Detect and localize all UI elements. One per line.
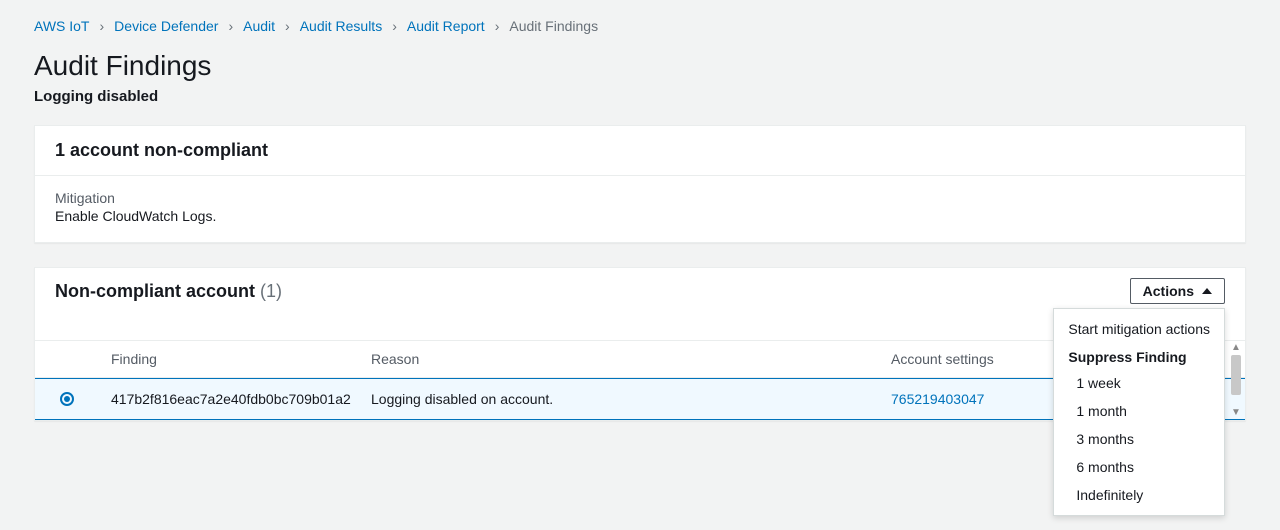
row-radio[interactable]: [60, 392, 74, 406]
chevron-right-icon: ›: [228, 18, 233, 34]
cell-account-link[interactable]: 765219403047: [891, 391, 984, 407]
compliance-panel-header: 1 account non-compliant: [35, 126, 1245, 176]
chevron-right-icon: ›: [100, 18, 105, 34]
dropdown-suppress-indefinitely[interactable]: Indefinitely: [1054, 481, 1224, 509]
dropdown-suppress-1-month[interactable]: 1 month: [1054, 397, 1224, 425]
breadcrumb-current: Audit Findings: [509, 18, 598, 34]
actions-dropdown: Start mitigation actions Suppress Findin…: [1053, 308, 1225, 516]
dropdown-suppress-6-months[interactable]: 6 months: [1054, 453, 1224, 481]
dropdown-suppress-group: Suppress Finding: [1054, 343, 1224, 369]
noncompliant-account-panel: Non-compliant account (1) Actions Start …: [34, 267, 1246, 421]
chevron-right-icon: ›: [285, 18, 290, 34]
breadcrumb-audit-results[interactable]: Audit Results: [300, 18, 382, 34]
page-title: Audit Findings: [34, 50, 1246, 82]
scroll-down-icon[interactable]: ▼: [1231, 408, 1241, 418]
compliance-panel: 1 account non-compliant Mitigation Enabl…: [34, 125, 1246, 243]
chevron-right-icon: ›: [392, 18, 397, 34]
breadcrumb-device-defender[interactable]: Device Defender: [114, 18, 218, 34]
actions-button[interactable]: Actions: [1130, 278, 1225, 304]
breadcrumb-audit-report[interactable]: Audit Report: [407, 18, 485, 34]
breadcrumb: AWS IoT › Device Defender › Audit › Audi…: [34, 18, 1246, 34]
page-subtitle: Logging disabled: [34, 88, 1246, 105]
scroll-up-icon[interactable]: ▲: [1231, 343, 1241, 353]
radio-dot-icon: [64, 396, 70, 402]
col-reason: Reason: [359, 351, 879, 367]
dropdown-suppress-3-months[interactable]: 3 months: [1054, 425, 1224, 453]
col-finding: Finding: [99, 351, 359, 367]
breadcrumb-aws-iot[interactable]: AWS IoT: [34, 18, 90, 34]
cell-reason: Logging disabled on account.: [359, 391, 879, 407]
table-title: Non-compliant account (1): [55, 281, 282, 302]
vertical-scrollbar[interactable]: ▲ ▼: [1229, 341, 1243, 420]
dropdown-start-mitigation[interactable]: Start mitigation actions: [1054, 315, 1224, 343]
table-title-text: Non-compliant account: [55, 281, 255, 301]
table-title-count: (1): [260, 281, 282, 301]
mitigation-label: Mitigation: [55, 190, 1225, 206]
actions-button-label: Actions: [1143, 283, 1194, 299]
breadcrumb-audit[interactable]: Audit: [243, 18, 275, 34]
caret-up-icon: [1202, 288, 1212, 294]
mitigation-text: Enable CloudWatch Logs.: [55, 208, 1225, 224]
scroll-thumb[interactable]: [1231, 355, 1241, 395]
dropdown-suppress-1-week[interactable]: 1 week: [1054, 369, 1224, 397]
cell-finding: 417b2f816eac7a2e40fdb0bc709b01a2: [99, 391, 359, 407]
chevron-right-icon: ›: [495, 18, 500, 34]
